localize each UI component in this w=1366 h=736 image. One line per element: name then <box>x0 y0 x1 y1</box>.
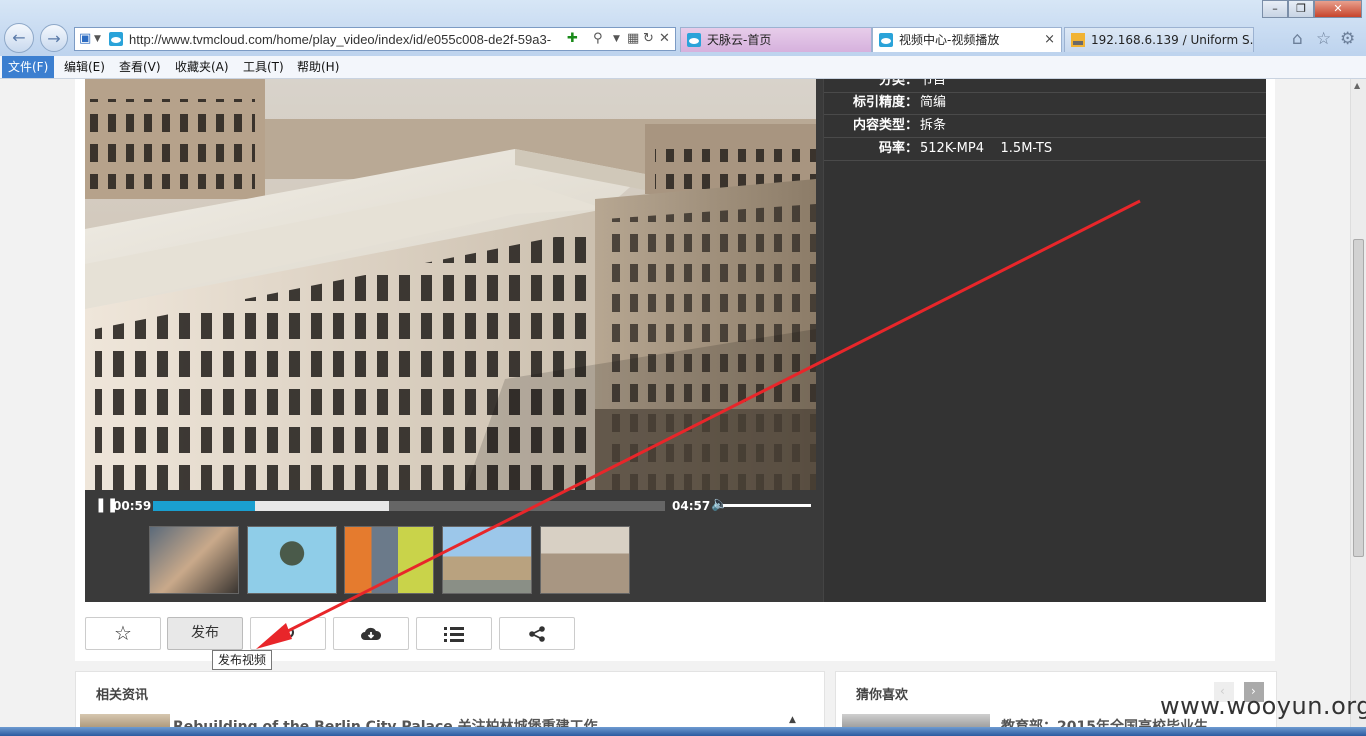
favorites-star-icon[interactable]: ☆ <box>1316 29 1331 49</box>
menu-view[interactable]: 查看(V) <box>113 56 167 78</box>
menu-file[interactable]: 文件(F) <box>2 56 55 78</box>
compat-view-icon[interactable]: ▣ <box>79 31 91 46</box>
close-window-button[interactable]: ✕ <box>1314 0 1362 18</box>
search-dropdown-icon[interactable]: ▼ <box>613 34 620 44</box>
menu-bar: 文件(F) 编辑(E) 查看(V) 收藏夹(A) 工具(T) 帮助(H) <box>0 56 1366 79</box>
addon-icon[interactable]: ✚ <box>567 31 578 46</box>
forward-arrow-icon: → <box>47 29 61 48</box>
menu-edit[interactable]: 编辑(E) <box>58 56 111 78</box>
watermark: www.wooyun.org <box>1160 692 1366 720</box>
home-icon[interactable]: ⌂ <box>1292 29 1303 49</box>
back-arrow-icon: ← <box>12 28 26 47</box>
url-text[interactable]: http://www.tvmcloud.com/home/play_video/… <box>129 32 559 47</box>
dropdown-icon[interactable]: ▼ <box>94 34 101 44</box>
tab-label: 192.168.6.139 / Uniform S... <box>1091 33 1254 47</box>
tab-phpmyadmin[interactable]: 192.168.6.139 / Uniform S... <box>1064 27 1254 52</box>
menu-help[interactable]: 帮助(H) <box>291 56 345 78</box>
tab-label: 天脉云-首页 <box>707 33 772 47</box>
vertical-scrollbar[interactable]: ▲ <box>1350 79 1366 727</box>
refresh-icon[interactable]: ↻ <box>643 31 654 46</box>
maximize-button[interactable]: ❐ <box>1288 0 1314 18</box>
site-favicon-icon <box>109 32 123 46</box>
stop-icon[interactable]: ✕ <box>659 31 670 46</box>
scroll-up-arrow-icon[interactable]: ▲ <box>1354 81 1360 90</box>
scrollbar-thumb[interactable] <box>1353 239 1364 557</box>
settings-gear-icon[interactable]: ⚙ <box>1340 29 1355 49</box>
browser-titlebar: ← → ▣ ▼ http://www.tvmcloud.com/home/pla… <box>0 0 1366 56</box>
compat-icon[interactable]: ▦ <box>627 31 639 46</box>
close-tab-icon[interactable]: × <box>1044 28 1055 52</box>
tab-favicon-icon <box>879 33 893 47</box>
minimize-button[interactable]: – <box>1262 0 1288 18</box>
page-content: ❚❚ 00:59 04:57 🔈 分类： 节目 标引精度： 简编 内容类型： 拆… <box>0 79 1350 727</box>
annotation-arrow-icon <box>256 199 1141 649</box>
tab-home[interactable]: 天脉云-首页 <box>680 27 872 52</box>
tab-video-center[interactable]: 视频中心-视频播放 × <box>872 27 1062 52</box>
tab-favicon-icon <box>687 33 701 47</box>
windows-taskbar <box>0 727 1366 736</box>
tab-label: 视频中心-视频播放 <box>899 33 1000 47</box>
back-button[interactable]: ← <box>4 23 34 53</box>
address-bar[interactable]: ▣ ▼ http://www.tvmcloud.com/home/play_vi… <box>74 27 676 51</box>
forward-button[interactable]: → <box>40 24 68 52</box>
menu-favorites[interactable]: 收藏夹(A) <box>169 56 235 78</box>
menu-tools[interactable]: 工具(T) <box>237 56 290 78</box>
search-icon[interactable]: ⚲ <box>593 31 603 46</box>
tab-favicon-icon <box>1071 33 1085 47</box>
